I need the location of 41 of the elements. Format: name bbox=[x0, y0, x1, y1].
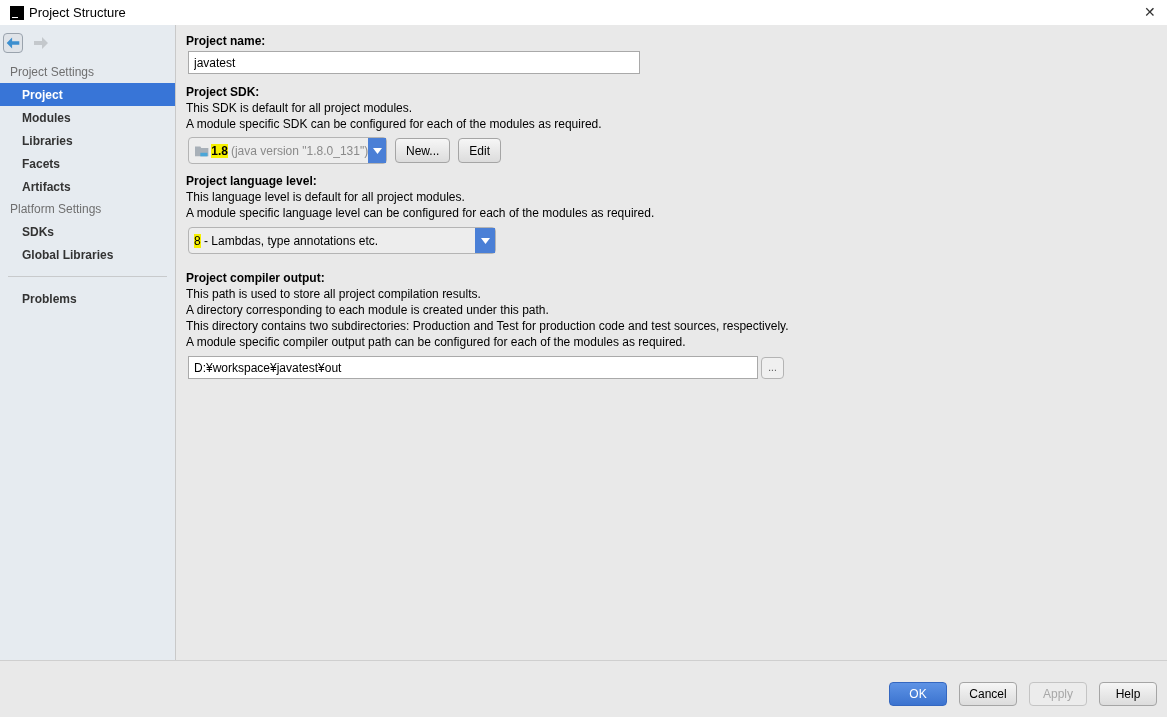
sidebar-item[interactable]: Global Libraries bbox=[0, 243, 175, 266]
dialog-button[interactable]: Help bbox=[1099, 682, 1157, 706]
description-text: A module specific compiler output path can be configured for each of the modules as required. bbox=[186, 334, 687, 350]
field-label: Project language level: bbox=[186, 173, 318, 189]
sidebar-item[interactable]: Libraries bbox=[0, 129, 175, 152]
section-header: Platform Settings bbox=[9, 201, 103, 218]
sidebar-item[interactable]: Facets bbox=[0, 152, 175, 175]
caret-icon bbox=[480, 237, 490, 244]
sidebar-item[interactable]: Modules bbox=[0, 106, 175, 129]
section-header: Project Settings bbox=[9, 64, 96, 81]
language-level-dropdown[interactable]: 8 - Lambdas, type annotations etc. bbox=[188, 227, 496, 254]
sidebar-item[interactable]: SDKs bbox=[0, 220, 175, 243]
level-name-text: - Lambdas, type annotations etc. bbox=[203, 233, 379, 248]
description-text: This directory contains two subdirectories: Production and Test for production code and test sources, respectively. bbox=[186, 318, 790, 334]
sdk-button[interactable]: New... bbox=[395, 138, 451, 163]
app-logo-icon bbox=[10, 5, 24, 20]
field-label: Project name: bbox=[186, 33, 267, 49]
sidebar-item[interactable]: Artifacts bbox=[0, 175, 175, 198]
field-label: Project SDK: bbox=[186, 84, 261, 100]
description-text: A module specific language level can be configured for each of the modules as required. bbox=[186, 205, 656, 221]
description-text: This SDK is default for all project modules. bbox=[186, 100, 414, 116]
sdk-button[interactable]: Edit bbox=[458, 138, 502, 163]
description-text: A directory corresponding to each module is created under this path. bbox=[186, 302, 550, 318]
description-text: This path is used to store all project compilation results. bbox=[186, 286, 482, 302]
level-number-text: 8 bbox=[194, 233, 201, 248]
window-title: Project Structure bbox=[29, 3, 126, 22]
sdk-dropdown[interactable]: 1.8 (java version "1.8.0_131") bbox=[188, 137, 387, 164]
caret-icon bbox=[372, 147, 382, 154]
sdk-detail-text: (java version "1.8.0_131") bbox=[230, 143, 369, 158]
description-text: A module specific SDK can be configured for each of the modules as required. bbox=[186, 116, 603, 132]
field-label: Project compiler output: bbox=[186, 270, 326, 286]
output-path-field[interactable]: D:¥workspace¥javatest¥out bbox=[188, 356, 758, 379]
sidebar-item[interactable]: Problems bbox=[0, 287, 175, 310]
sidebar-item[interactable]: Project bbox=[0, 83, 175, 106]
project-name-field[interactable]: javatest bbox=[188, 51, 640, 74]
browse-button[interactable]: ... bbox=[761, 356, 784, 379]
close-button[interactable]: ✕ bbox=[1139, 1, 1161, 24]
description-text: This language level is default for all project modules. bbox=[186, 189, 466, 205]
dialog-button[interactable]: OK bbox=[889, 682, 947, 706]
sdk-version-text: 1.8 bbox=[211, 143, 228, 158]
dialog-button[interactable]: Cancel bbox=[959, 682, 1017, 706]
